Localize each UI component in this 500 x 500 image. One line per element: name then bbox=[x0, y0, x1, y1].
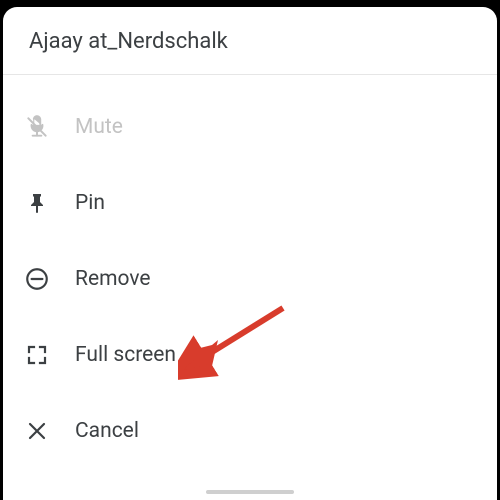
close-icon bbox=[23, 417, 51, 445]
menu-label: Cancel bbox=[75, 419, 139, 443]
menu-item-fullscreen[interactable]: Full screen bbox=[3, 317, 497, 393]
menu-label: Remove bbox=[75, 267, 151, 291]
sheet-header: Ajaay at_Nerdschalk bbox=[3, 7, 497, 75]
menu-item-pin[interactable]: Pin bbox=[3, 165, 497, 241]
menu-item-mute: Mute bbox=[3, 89, 497, 165]
remove-icon bbox=[23, 265, 51, 293]
participant-name: Ajaay at_Nerdschalk bbox=[29, 29, 471, 54]
pin-icon bbox=[23, 189, 51, 217]
mute-icon bbox=[23, 113, 51, 141]
fullscreen-icon bbox=[23, 341, 51, 369]
menu-item-cancel[interactable]: Cancel bbox=[3, 393, 497, 469]
menu-label: Pin bbox=[75, 191, 105, 215]
menu-label: Mute bbox=[75, 115, 123, 139]
menu-label: Full screen bbox=[75, 343, 176, 367]
home-indicator bbox=[206, 490, 294, 494]
menu-list: Mute Pin Remove bbox=[3, 75, 497, 469]
menu-item-remove[interactable]: Remove bbox=[3, 241, 497, 317]
bottom-sheet: Ajaay at_Nerdschalk Mute bbox=[3, 7, 497, 500]
